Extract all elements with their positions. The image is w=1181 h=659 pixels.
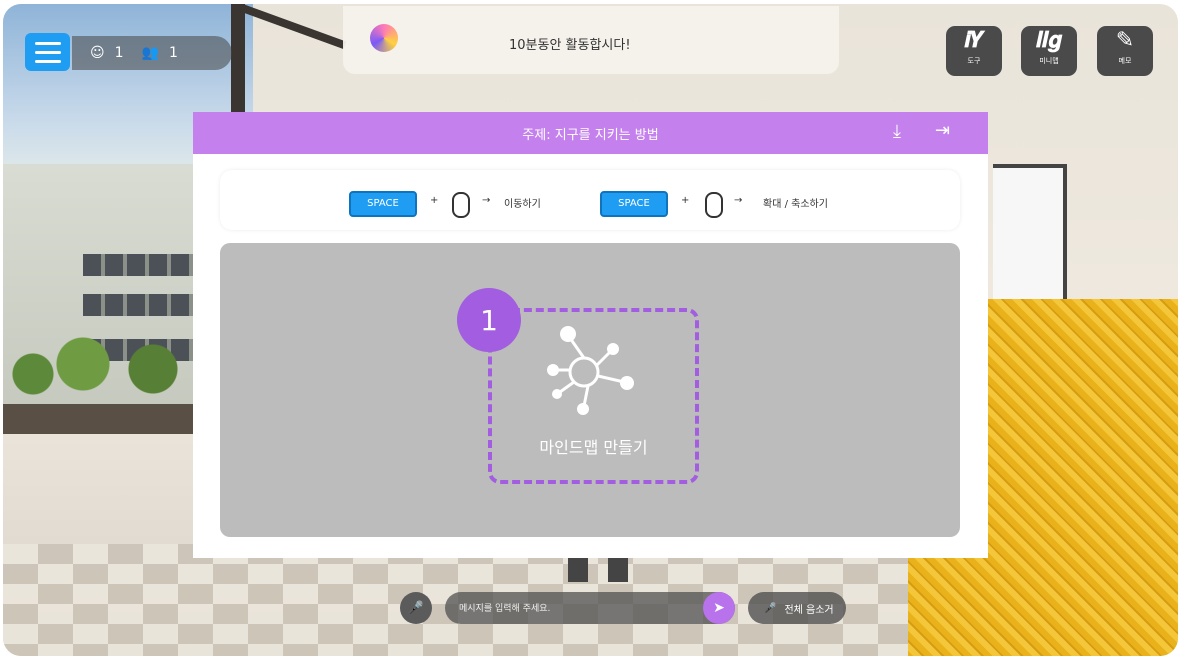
exit-icon[interactable]: ⇥ [935, 120, 950, 141]
tools-icon: 𝒊𝒀 [964, 28, 984, 53]
building-windows [83, 294, 195, 316]
menu-icon [34, 41, 61, 45]
menu-icon [34, 59, 61, 63]
plus-sign: + [681, 195, 690, 206]
space-key: SPACE [600, 191, 668, 217]
window-beam [240, 4, 347, 50]
send-button[interactable]: ➤ [703, 592, 735, 624]
chat-input[interactable] [457, 598, 681, 620]
memo-button[interactable]: ✎ 메모 [1097, 26, 1153, 76]
memo-label: 메모 [1118, 57, 1132, 65]
download-icon[interactable]: ⤓ [893, 121, 901, 142]
participant-counts: ☺ 1 👥 1 [72, 36, 232, 70]
mouse-wheel-icon [705, 192, 723, 218]
notice-bar: 10분동안 활동합시다! [343, 6, 839, 74]
modal-title: 주제: 지구를 지키는 방법 [522, 128, 659, 143]
tools-label: 도구 [967, 57, 981, 65]
create-mindmap-label: 마인드맵 만들기 [539, 438, 648, 457]
tools-button[interactable]: 𝒊𝒀 도구 [946, 26, 1002, 76]
space-key: SPACE [349, 191, 417, 217]
zoom-label: 확대 / 축소하기 [763, 199, 828, 210]
plus-sign: + [430, 195, 439, 206]
building-windows [83, 254, 195, 276]
minimap-label: 미니맵 [1039, 57, 1059, 65]
railing [3, 404, 203, 434]
window-post [231, 4, 245, 124]
create-mindmap-button[interactable]: 마인드맵 만들기 [488, 308, 699, 484]
user-count: 1 [114, 45, 124, 61]
mute-all-label: 전체 음소거 [784, 604, 834, 616]
mindmap-modal: 주제: 지구를 지키는 방법 ⤓ ⇥ SPACE + → 이동하기 SPACE … [193, 112, 988, 558]
mic-off-icon: 🎤 [764, 602, 777, 614]
mic-off-icon: 🎤 [407, 600, 425, 616]
arrow-icon: → [482, 195, 491, 206]
mindmap-icon [547, 326, 634, 415]
arrow-icon: → [734, 195, 743, 206]
mic-mute-button[interactable]: 🎤 [400, 592, 432, 624]
send-icon: ➤ [713, 600, 725, 616]
group-count: 1 [168, 45, 178, 61]
minimap-icon: 𝒍𝒍𝒈 [1036, 28, 1062, 53]
mute-all-button[interactable]: 🎤 전체 음소거 [748, 592, 846, 624]
mouse-left-icon [452, 192, 470, 218]
menu-icon [34, 50, 61, 54]
user-icon: ☺ [90, 45, 105, 61]
move-label: 이동하기 [504, 199, 541, 210]
memo-icon: ✎ [1115, 28, 1135, 53]
group-icon: 👥 [141, 45, 159, 61]
control-guide: SPACE + → 이동하기 SPACE + → 확대 / 축소하기 [220, 170, 960, 230]
step-badge: 1 [457, 288, 521, 352]
minimap-button[interactable]: 𝒍𝒍𝒈 미니맵 [1021, 26, 1077, 76]
modal-header: 주제: 지구를 지키는 방법 ⤓ ⇥ [193, 112, 988, 154]
chat-bar [445, 592, 735, 624]
mindmap-canvas[interactable]: 마인드맵 만들기 [220, 243, 960, 537]
app-logo-icon [370, 24, 398, 52]
menu-button[interactable] [25, 33, 70, 71]
trees [3, 334, 203, 404]
notice-text: 10분동안 활동합시다! [509, 38, 631, 53]
